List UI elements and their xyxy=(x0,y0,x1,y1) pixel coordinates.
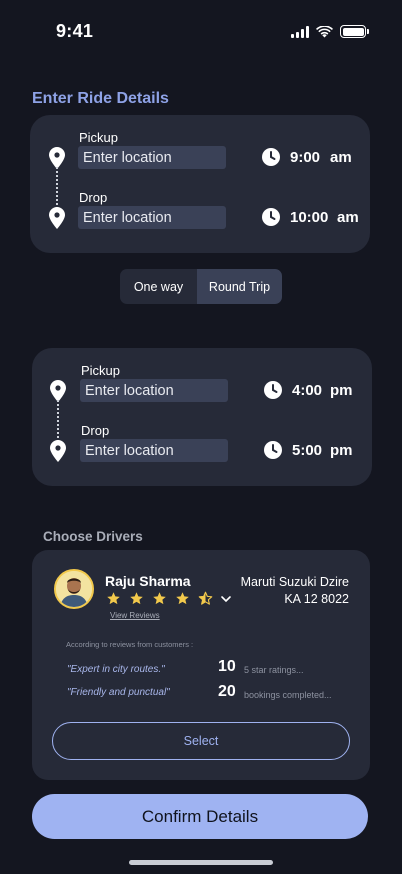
clock-icon xyxy=(264,381,282,399)
page-title: Enter Ride Details xyxy=(32,90,169,107)
return-drop-ampm[interactable]: pm xyxy=(330,442,353,459)
clock-icon xyxy=(262,208,280,226)
driver-photo-icon xyxy=(56,571,92,607)
return-pickup-ampm[interactable]: pm xyxy=(330,382,353,399)
cellular-signal-icon xyxy=(291,25,309,38)
chevron-down-icon[interactable] xyxy=(220,593,232,605)
pickup-pin-icon xyxy=(50,380,66,402)
status-time: 9:41 xyxy=(56,21,94,41)
wifi-icon xyxy=(316,25,333,37)
review-note: According to reviews from customers : xyxy=(66,640,194,649)
pickup-location-input[interactable] xyxy=(78,146,226,169)
drop-pin-icon xyxy=(50,440,66,462)
view-reviews-link[interactable]: View Reviews xyxy=(110,611,160,620)
drop-label: Drop xyxy=(81,423,110,438)
route-line xyxy=(57,400,59,442)
trip-type-toggle: One way Round Trip xyxy=(120,269,282,304)
status-icons xyxy=(291,25,369,38)
star-filled-icon xyxy=(107,592,120,605)
round-trip-option[interactable]: Round Trip xyxy=(197,269,282,304)
stat-label: bookings completed... xyxy=(244,690,332,700)
one-way-option[interactable]: One way xyxy=(120,269,197,304)
stat-label: 5 star ratings... xyxy=(244,665,304,675)
pickup-label: Pickup xyxy=(81,363,121,378)
star-filled-icon xyxy=(176,592,189,605)
avatar xyxy=(54,569,94,609)
confirm-details-button[interactable]: Confirm Details xyxy=(32,794,368,839)
pickup-ampm[interactable]: am xyxy=(330,149,352,166)
choose-drivers-heading: Choose Drivers xyxy=(43,529,143,544)
pickup-label: Pickup xyxy=(79,130,119,145)
stat-value: 20 xyxy=(218,683,236,700)
return-pickup-time[interactable]: 4:00 xyxy=(292,382,322,399)
clock-icon xyxy=(264,441,282,459)
clock-icon xyxy=(262,148,280,166)
drop-time[interactable]: 10:00 xyxy=(290,209,328,226)
status-bar: 9:41 xyxy=(0,0,402,60)
star-half-icon xyxy=(198,591,213,605)
car-plate: KA 12 8022 xyxy=(284,592,349,606)
drop-label: Drop xyxy=(79,190,108,205)
battery-icon xyxy=(340,25,369,38)
drop-pin-icon xyxy=(49,207,65,229)
return-drop-time[interactable]: 5:00 xyxy=(292,442,322,459)
return-pickup-location-input[interactable] xyxy=(80,379,228,402)
home-indicator xyxy=(129,860,273,865)
route-line xyxy=(56,167,58,209)
star-filled-icon xyxy=(153,592,166,605)
drop-location-input[interactable] xyxy=(78,206,226,229)
select-driver-button[interactable]: Select xyxy=(52,722,350,760)
stat-value: 10 xyxy=(218,658,236,675)
star-rating xyxy=(106,591,213,606)
pickup-time[interactable]: 9:00 xyxy=(290,149,320,166)
review-quote: "Friendly and punctual" xyxy=(67,687,170,698)
driver-name: Raju Sharma xyxy=(105,573,191,589)
review-quote: "Expert in city routes." xyxy=(67,664,165,675)
pickup-pin-icon xyxy=(49,147,65,169)
return-drop-location-input[interactable] xyxy=(80,439,228,462)
car-model: Maruti Suzuki Dzire xyxy=(240,575,349,589)
driver-card: Raju Sharma View Reviews Maruti Suzuki D… xyxy=(32,550,370,780)
drop-ampm[interactable]: am xyxy=(337,209,359,226)
return-leg-card: Pickup 4:00 pm Drop 5:00 pm xyxy=(32,348,372,486)
first-leg-card: Pickup 9:00 am Drop 10:00 am xyxy=(30,115,370,253)
star-filled-icon xyxy=(130,592,143,605)
